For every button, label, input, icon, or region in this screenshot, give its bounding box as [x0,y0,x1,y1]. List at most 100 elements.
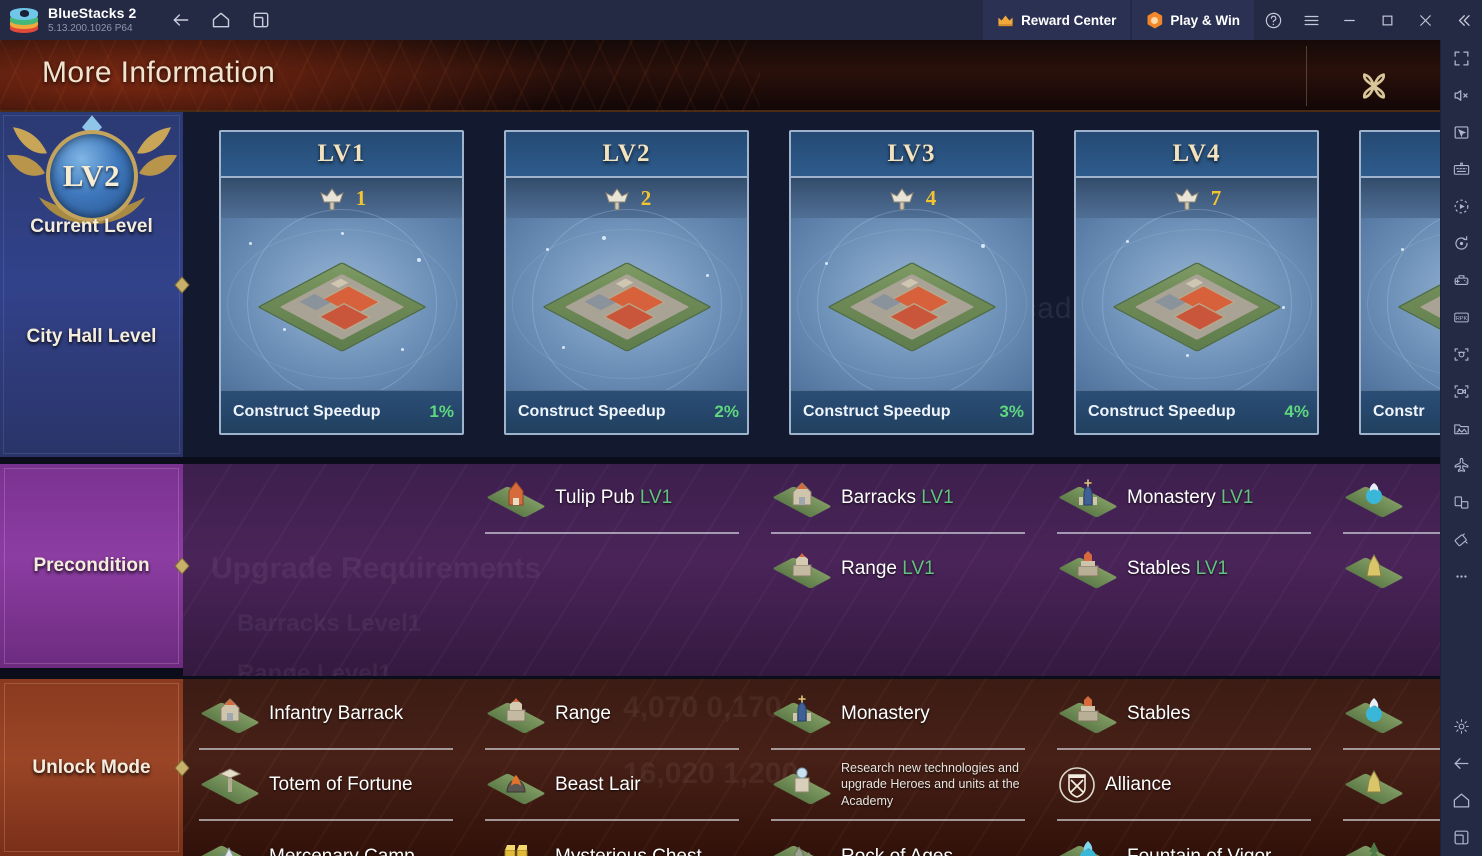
mute-icon[interactable] [1441,77,1482,114]
list-item[interactable] [1343,679,1440,750]
list-item[interactable] [1343,464,1440,534]
gamepad-icon[interactable] [1441,262,1482,299]
home-icon[interactable] [1441,782,1482,819]
list-item[interactable]: Range [485,679,739,750]
precondition-column: Tulip Pub LV1 [469,464,755,676]
list-item[interactable]: Rock of Ages [771,821,1025,856]
list-item[interactable]: Mercenary Camp [199,821,453,856]
close-button[interactable] [1406,0,1444,40]
list-item[interactable]: Stables LV1 [1057,534,1311,604]
list-item[interactable]: Tulip Pub LV1 [485,464,739,534]
list-item[interactable]: Barracks LV1 [771,464,1025,534]
building-level: LV1 [1195,558,1229,580]
level-card[interactable]: LV1 1 Construct Speedup 1% [219,130,464,435]
bluestacks-logo-icon [10,7,38,33]
list-item[interactable]: Mysterious Chest [485,821,739,856]
list-item[interactable]: Beast Lair [485,750,739,821]
level-card-title: LV1 [221,132,462,178]
list-item[interactable]: Research new technologies and upgrade He… [771,750,1025,821]
level-card[interactable]: LV4 7 Construct Speedup 4% [1074,130,1319,435]
list-item[interactable] [1343,750,1440,821]
list-item[interactable]: Monastery LV1 [1057,464,1311,534]
stat-value: 1% [429,402,454,421]
level-card[interactable]: LV5 Constr [1359,130,1440,435]
page-title: More Information [42,56,276,89]
header-divider [1306,46,1307,106]
level-cards-strip[interactable]: Unlock your Academy to complete LV1 1 Co… [183,112,1440,457]
building-name: Barracks [841,487,916,509]
power-crest-icon [889,188,914,210]
reward-center-button[interactable]: Reward Center [983,0,1131,40]
list-item-label: Barracks LV1 [841,487,954,508]
titlebar-right: Reward Center Play & Win [983,0,1482,40]
level-card-art [221,209,462,399]
minimize-button[interactable] [1330,0,1368,40]
titlebar: BlueStacks 2 5.13.200.1026 P64 Reward Ce… [0,0,1482,40]
stat-value: 2% [714,402,739,421]
collapse-sidebar-button[interactable] [1444,0,1482,40]
row-marker-arrow-icon [174,757,192,779]
range-icon [485,691,547,737]
sync-icon[interactable] [1441,225,1482,262]
home-icon[interactable] [210,9,232,31]
media-manager-icon[interactable] [1441,410,1482,447]
list-item-label: Stables LV1 [1127,558,1228,579]
level-card-stat: Construct Speedup 1% [221,390,462,433]
menu-icon[interactable] [1292,0,1330,40]
more-icon[interactable] [1441,558,1482,595]
eco-mode-icon[interactable] [1441,521,1482,558]
current-level-orb: LV2 [45,129,138,222]
totem-of-fortune-icon [199,762,261,808]
app-name: BlueStacks 2 [48,4,137,21]
level-card[interactable]: LV3 4 Construct Speedup 3% [789,130,1034,435]
macro-play-icon[interactable] [1441,188,1482,225]
building-level: LV1 [639,487,673,509]
settings-icon[interactable] [1441,708,1482,745]
unlock-mode-content: 4,070 0,170 16,020 1,200 Infantry Barrac… [183,679,1440,856]
back-icon[interactable] [170,9,192,31]
stat-label: Construct Speedup [803,403,951,420]
list-item[interactable]: Stables [1057,679,1311,750]
airplane-icon[interactable] [1441,447,1482,484]
list-item[interactable]: Range LV1 [771,534,1025,604]
multi-window-icon[interactable] [1441,484,1482,521]
building-name: Monastery [1127,487,1216,509]
back-icon[interactable] [1441,745,1482,782]
precondition-row: Precondition Upgrade Requirements Barrac… [0,460,1440,676]
precondition-column: Barracks LV1 Range LV1 [755,464,1041,676]
list-item-label: Mysterious Chest [555,846,702,856]
multi-instance-icon[interactable] [250,9,272,31]
current-level-label: Current Level [30,216,153,237]
power-crest-icon [1174,188,1199,210]
window-controls [1254,0,1482,40]
row-marker-arrow-icon [174,274,192,296]
row-marker-arrow-icon [174,555,192,577]
city-hall-level-label-wrap: City Hall Level [0,326,183,348]
list-item[interactable] [1343,534,1440,604]
fullscreen-icon[interactable] [1441,40,1482,77]
unlock-mode-sidebar: Unlock Mode [0,679,190,856]
level-card-title: LV3 [791,132,1032,178]
current-level-value: LV2 [62,157,121,193]
screenshot-icon[interactable] [1441,336,1482,373]
level-card-art [791,209,1032,399]
list-item[interactable]: Totem of Fortune [199,750,453,821]
list-item[interactable]: Monastery [771,679,1025,750]
list-item[interactable]: Alliance [1057,750,1311,821]
cursor-icon[interactable] [1441,114,1482,151]
list-item[interactable]: Infantry Barrack [199,679,453,750]
help-icon[interactable] [1254,0,1292,40]
stat-label: Constr [1373,403,1425,420]
keyboard-icon[interactable] [1441,151,1482,188]
level-card[interactable]: LV2 2 Construct Speedup 2% [504,130,749,435]
recents-icon[interactable] [1441,819,1482,856]
rpk-icon[interactable]: RPK [1441,299,1482,336]
list-item-label: Monastery LV1 [1127,487,1253,508]
list-item[interactable] [1343,821,1440,856]
close-panel-button[interactable] [1352,64,1396,108]
record-video-icon[interactable] [1441,373,1482,410]
mysterious-chest-icon [485,834,547,856]
play-and-win-button[interactable]: Play & Win [1132,0,1254,40]
list-item[interactable]: Fountain of Vigor [1057,821,1311,856]
maximize-button[interactable] [1368,0,1406,40]
